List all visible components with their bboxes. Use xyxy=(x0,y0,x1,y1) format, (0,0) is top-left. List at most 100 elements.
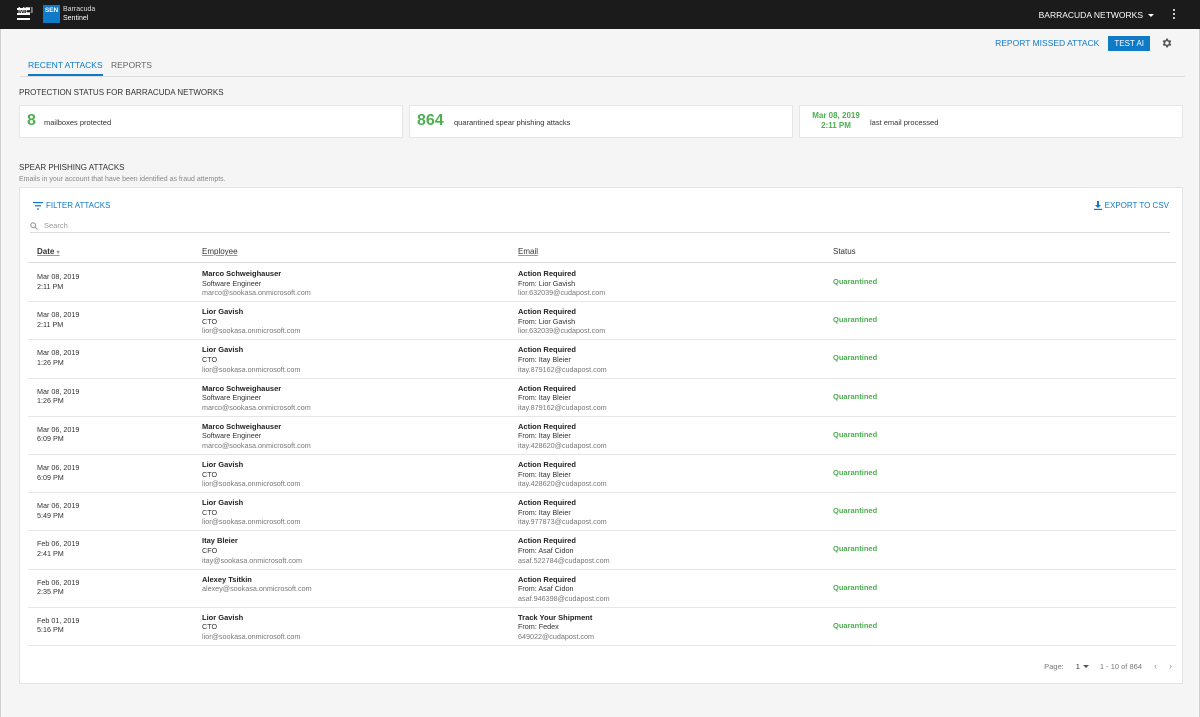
email-subject: Action Required xyxy=(518,421,576,431)
email-from-address: itay.428620@cudapost.com xyxy=(518,440,607,450)
email-subject: Action Required xyxy=(518,498,576,508)
export-csv-label: EXPORT TO CSV xyxy=(1104,201,1169,210)
brand-line-1: Barracuda xyxy=(63,6,96,13)
row-date-time: 2:41 PM xyxy=(37,548,64,558)
tab-recent-attacks[interactable]: RECENT ATTACKS xyxy=(28,60,103,76)
row-email: Action Required From: Itay Bleier itay.977… xyxy=(518,498,607,527)
employee-name: Alexey Tsitkin xyxy=(202,574,252,584)
column-header-employee[interactable]: Employee xyxy=(202,247,238,256)
table-row[interactable]: Mar 08, 2019 1:26 PM Lior Gavish CTO lior@s… xyxy=(28,340,1176,379)
email-from-address: itay.879162@cudapost.com xyxy=(518,402,607,412)
row-date: Mar 06, 2019 5:49 PM xyxy=(37,501,79,520)
row-email: Action Required From: Itay Bleier itay.879… xyxy=(518,384,607,413)
employee-email: marco@sookasa.onmicrosoft.com xyxy=(202,402,311,412)
row-email: Action Required From: Asaf Cidon asaf.5227… xyxy=(518,536,610,565)
row-date-day: Feb 06, 2019 xyxy=(37,539,80,549)
employee-name: Marco Schweighauser xyxy=(202,383,282,393)
email-from: From: Lior Gavish xyxy=(518,278,576,288)
row-date-time: 5:16 PM xyxy=(37,625,64,635)
next-page-icon[interactable]: › xyxy=(1169,661,1172,671)
column-header-email[interactable]: Email xyxy=(518,247,538,256)
table-header: Date ▾ Employee Email Status xyxy=(28,242,1176,263)
table-row[interactable]: Feb 06, 2019 2:35 PM Alexey Tsitkin alexey… xyxy=(28,570,1176,608)
table-row[interactable]: Mar 08, 2019 2:11 PM Lior Gavish CTO lior@s… xyxy=(28,302,1176,341)
email-from: From: Itay Bleier xyxy=(518,354,571,364)
column-header-date[interactable]: Date ▾ xyxy=(37,247,60,256)
row-employee: Marco Schweighauser Software Engineer marc… xyxy=(202,384,311,413)
email-from-address: itay.428620@cudapost.com xyxy=(518,479,607,489)
row-status: Quarantined xyxy=(833,391,878,401)
employee-title: CTO xyxy=(202,507,218,517)
protection-status-title: PROTECTION STATUS FOR BARRACUDA NETWORKS xyxy=(19,88,224,97)
export-csv-button[interactable]: EXPORT TO CSV xyxy=(1093,201,1169,210)
test-ai-button[interactable]: TEST AI xyxy=(1108,35,1150,51)
row-date-day: Mar 08, 2019 xyxy=(37,386,80,396)
row-employee: Lior Gavish CTO lior@sookasa.onmicrosoft.c… xyxy=(202,498,300,527)
prev-page-icon[interactable]: ‹ xyxy=(1154,661,1157,671)
sentinel-logo: SEN xyxy=(43,5,60,23)
search-icon xyxy=(30,222,38,230)
row-employee: Alexey Tsitkin alexey@sookasa.onmicrosoft… xyxy=(202,575,312,594)
row-status: Quarantined xyxy=(833,544,878,554)
email-from: From: Asaf Cidon xyxy=(518,584,574,594)
tab-bar: RECENT ATTACKS REPORTS xyxy=(20,56,1185,77)
row-date-day: Mar 08, 2019 xyxy=(37,348,80,358)
row-status: Quarantined xyxy=(833,620,878,630)
email-from-address: 649022@cudapost.com xyxy=(518,631,595,641)
row-date-time: 5:49 PM xyxy=(37,510,64,520)
spear-phishing-subtitle: Emails in your account that have been id… xyxy=(19,176,226,183)
email-subject: Action Required xyxy=(518,383,576,393)
current-page: 1 xyxy=(1075,661,1080,671)
table-row[interactable]: Feb 06, 2019 2:41 PM Itay Bleier CFO itay@s… xyxy=(28,531,1176,570)
filter-attacks-button[interactable]: FILTER ATTACKS xyxy=(33,201,110,210)
app-label[interactable]: MEI xyxy=(18,5,33,15)
filter-icon xyxy=(33,201,43,210)
row-status: Quarantined xyxy=(833,353,878,363)
tab-reports[interactable]: REPORTS xyxy=(111,60,152,74)
row-date-time: 2:11 PM xyxy=(37,281,64,291)
email-subject: Action Required xyxy=(518,574,576,584)
email-subject: Action Required xyxy=(518,269,576,278)
gear-icon[interactable] xyxy=(1161,37,1173,49)
page-select[interactable]: 1 xyxy=(1076,662,1089,671)
row-date-day: Mar 06, 2019 xyxy=(37,424,80,434)
row-date: Mar 08, 2019 1:26 PM xyxy=(37,387,79,406)
employee-email: marco@sookasa.onmicrosoft.com xyxy=(202,288,311,298)
employee-title: CFO xyxy=(202,545,218,555)
row-employee: Itay Bleier CFO itay@sookasa.onmicrosoft.c… xyxy=(202,536,302,565)
employee-email: marco@sookasa.onmicrosoft.com xyxy=(202,440,311,450)
employee-email: lior@sookasa.onmicrosoft.com xyxy=(202,364,301,374)
row-status: Quarantined xyxy=(833,277,878,286)
table-row[interactable]: Mar 06, 2019 6:09 PM Marco Schweighauser S… xyxy=(28,417,1176,455)
quarantined-count: 864 xyxy=(417,112,444,129)
table-row[interactable]: Feb 01, 2019 5:16 PM Lior Gavish CTO lior@s… xyxy=(28,608,1176,646)
search-bar xyxy=(30,219,1170,233)
org-selector[interactable]: BARRACUDA NETWORKS xyxy=(1039,10,1154,20)
table-row[interactable]: Mar 08, 2019 2:11 PM Marco Schweighauser S… xyxy=(28,264,1176,303)
employee-title: CTO xyxy=(202,622,218,632)
more-options-icon[interactable] xyxy=(1173,9,1175,21)
row-date-time: 2:11 PM xyxy=(37,319,64,329)
table-row[interactable]: Mar 06, 2019 5:49 PM Lior Gavish CTO lior@s… xyxy=(28,493,1176,532)
table-row[interactable]: Mar 08, 2019 1:26 PM Marco Schweighauser S… xyxy=(28,379,1176,417)
report-missed-attack-button[interactable]: REPORT MISSED ATTACK xyxy=(995,38,1099,48)
row-date: Mar 06, 2019 6:09 PM xyxy=(37,463,79,482)
row-employee: Lior Gavish CTO lior@sookasa.onmicrosoft.c… xyxy=(202,345,300,374)
employee-email: itay@sookasa.onmicrosoft.com xyxy=(202,555,302,565)
email-from: From: Itay Bleier xyxy=(518,393,571,403)
employee-name: Lior Gavish xyxy=(202,307,244,317)
mailboxes-label: mailboxes protected xyxy=(44,118,112,127)
table-row[interactable]: Mar 06, 2019 6:09 PM Lior Gavish CTO lior@s… xyxy=(28,455,1176,494)
stat-card-mailboxes: 8 mailboxes protected xyxy=(19,105,403,138)
employee-title: CTO xyxy=(202,316,218,326)
last-email-datetime: Mar 08, 2019 2:11 PM xyxy=(807,111,865,130)
attacks-table-body: Mar 08, 2019 2:11 PM Marco Schweighauser S… xyxy=(28,264,1176,646)
employee-name: Marco Schweighauser xyxy=(202,421,282,431)
row-email: Track Your Shipment From: Fedex 649022@cud… xyxy=(518,613,594,642)
email-subject: Track Your Shipment xyxy=(518,612,593,622)
row-employee: Lior Gavish CTO lior@sookasa.onmicrosoft.c… xyxy=(202,613,300,642)
row-date: Mar 08, 2019 1:26 PM xyxy=(37,348,79,367)
search-input[interactable] xyxy=(44,219,444,232)
row-date-time: 1:26 PM xyxy=(37,357,64,367)
row-email: Action Required From: Lior Gavish lior.632… xyxy=(518,307,605,336)
